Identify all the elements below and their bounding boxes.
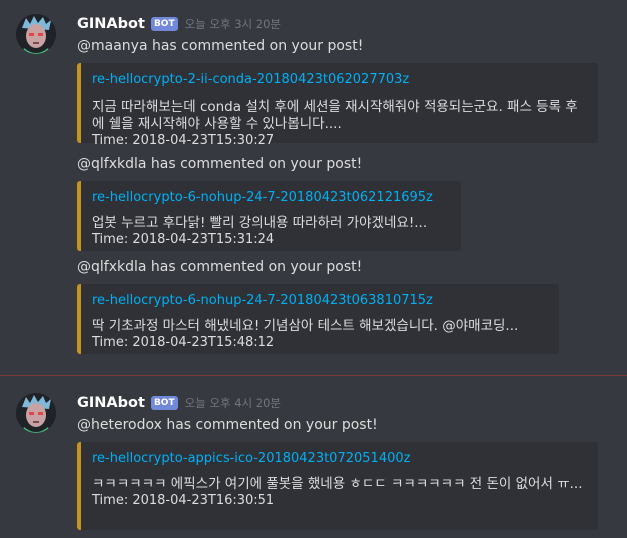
embed-body: 업봇 누르고 후다닭! 빨리 강의내용 따라하러 가야겠네요!... (92, 215, 428, 231)
embed-time: Time: 2018-04-23T16:30:51 (92, 493, 275, 508)
embed-time: Time: 2018-04-23T15:31:24 (92, 232, 275, 247)
embed-link[interactable]: re-hellocrypto-appics-ico-20180423t07205… (92, 450, 588, 467)
embed-time: Time: 2018-04-23T15:30:27 (92, 133, 275, 148)
message-timestamp: 오늘 오후 4시 20분 (184, 396, 281, 410)
comment-embed: re-hellocrypto-6-nohup-24-7-20180423t062… (77, 181, 461, 251)
message-text: @maanya has commented on your post! (77, 38, 364, 54)
comment-embed: re-hellocrypto-6-nohup-24-7-20180423t063… (77, 284, 559, 354)
message-timestamp: 오늘 오후 3시 20분 (184, 17, 281, 31)
author-name[interactable]: GINAbot (77, 16, 145, 32)
embed-time: Time: 2018-04-23T15:48:12 (92, 335, 275, 350)
author-name[interactable]: GINAbot (77, 395, 145, 411)
bot-badge: BOT (150, 17, 178, 31)
message-text: @heterodox has commented on your post! (77, 417, 378, 433)
embed-body: 딱 기초과정 마스터 해냈네요! 기념삼아 테스트 해보겠습니다. @야매코딩.… (92, 318, 519, 334)
robot-face-icon (16, 393, 56, 433)
avatar[interactable] (16, 14, 56, 54)
avatar[interactable] (16, 393, 56, 433)
message-header: GINAbot BOT 오늘 오후 4시 20분 (77, 393, 281, 413)
embed-body: 지금 따라해보는데 conda 설치 후에 세션을 재시작해줘야 적용되는군요.… (92, 99, 578, 132)
embed-link[interactable]: re-hellocrypto-2-ii-conda-20180423t06202… (92, 71, 588, 88)
bot-badge: BOT (150, 396, 178, 410)
embed-body: ㅋㅋㅋㅋㅋㅋ 에픽스가 여기에 풀봇을 했네용 ㅎㄷㄷ ㅋㅋㅋㅋㅋㅋ 전 돈이 … (92, 476, 583, 492)
embed-link[interactable]: re-hellocrypto-6-nohup-24-7-20180423t063… (92, 292, 549, 309)
comment-embed: re-hellocrypto-2-ii-conda-20180423t06202… (77, 63, 598, 148)
robot-face-icon (16, 14, 56, 54)
comment-embed: re-hellocrypto-appics-ico-20180423t07205… (77, 442, 598, 530)
message-header: GINAbot BOT 오늘 오후 3시 20분 (77, 14, 281, 34)
message-text: @qlfxkdla has commented on your post! (77, 156, 363, 172)
embed-link[interactable]: re-hellocrypto-6-nohup-24-7-20180423t062… (92, 189, 451, 206)
message-text: @qlfxkdla has commented on your post! (77, 259, 363, 275)
new-messages-divider (0, 375, 627, 376)
